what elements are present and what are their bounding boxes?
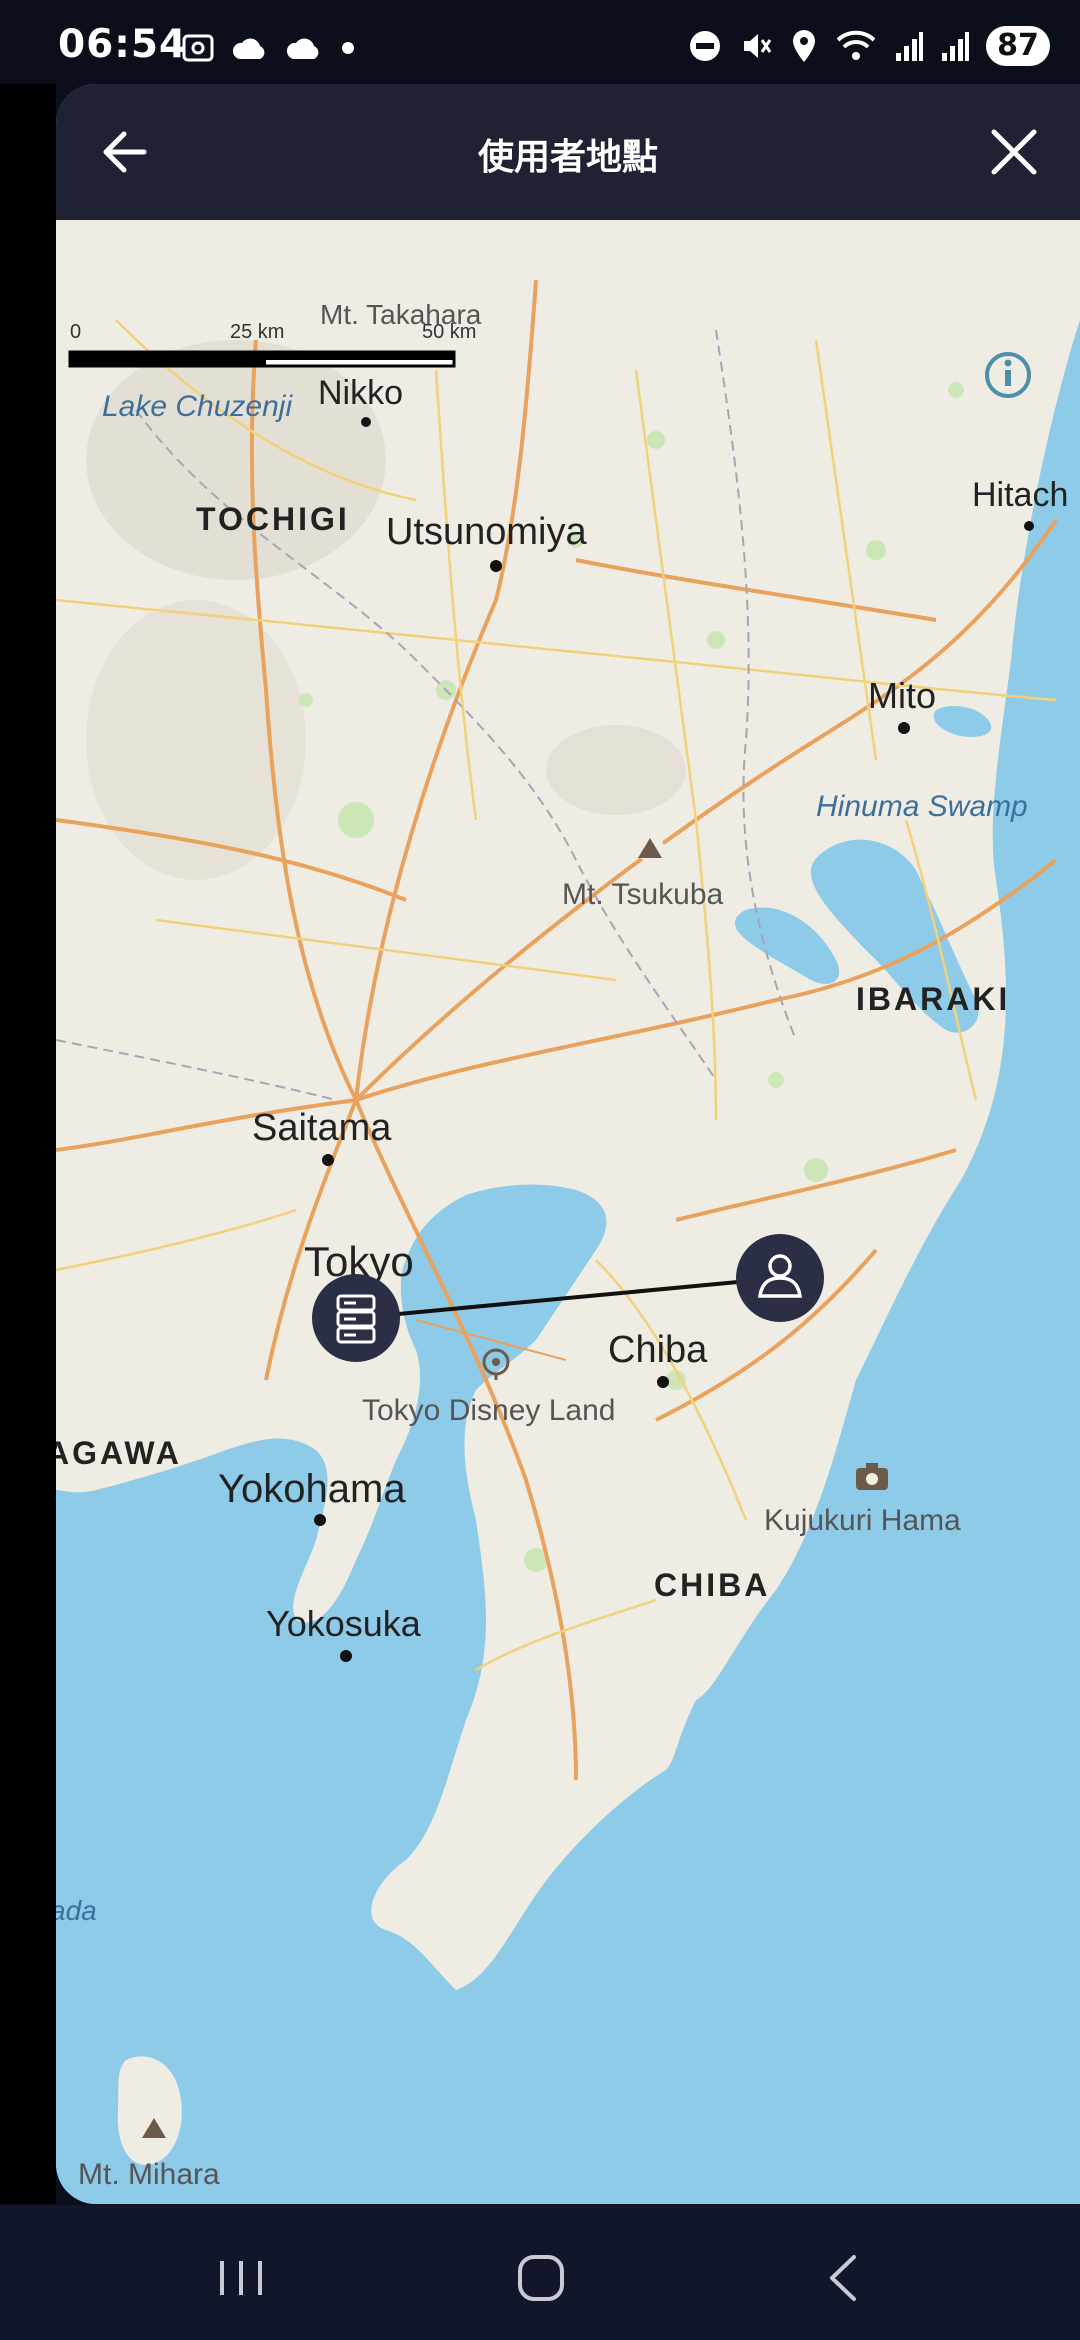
city-label-saitama: Saitama bbox=[252, 1107, 392, 1149]
mountain-icon bbox=[140, 2114, 168, 2142]
scale-bar bbox=[68, 350, 456, 368]
user-marker[interactable] bbox=[736, 1234, 824, 1322]
place-label-kujukuri-hama: Kujukuri Hama bbox=[764, 1504, 961, 1537]
city-label-nikko: Nikko bbox=[318, 374, 403, 412]
place-label-tokyo-disney-land: Tokyo Disney Land bbox=[362, 1394, 615, 1427]
scale-label-zero: 0 bbox=[70, 321, 81, 343]
location-icon bbox=[793, 30, 815, 62]
region-label-tochigi: TOCHIGI bbox=[196, 501, 350, 537]
cloud-icon bbox=[232, 38, 265, 59]
dot-icon bbox=[342, 42, 354, 54]
city-label-mito: Mito bbox=[868, 675, 936, 716]
signal-icon bbox=[896, 32, 923, 61]
wifi-icon bbox=[836, 30, 876, 60]
status-left-icons bbox=[180, 30, 358, 66]
region-label-chiba: CHIBA bbox=[654, 1567, 770, 1603]
city-label-utsunomiya: Utsunomiya bbox=[386, 511, 587, 553]
server-marker[interactable] bbox=[312, 1274, 400, 1362]
city-label-chiba: Chiba bbox=[608, 1329, 708, 1371]
mute-icon bbox=[744, 34, 772, 58]
map-view[interactable]: 0 25 km 50 km TOCHIGI IBARAKI CHIBA AGAW… bbox=[56, 220, 1080, 2204]
screenshot-icon bbox=[182, 34, 214, 62]
place-label-mt-takahara: Mt. Takahara bbox=[320, 299, 482, 330]
region-label-ibaraki: IBARAKI bbox=[856, 981, 1010, 1017]
place-label-ada: ada bbox=[56, 1895, 97, 1926]
place-label-hinuma-swamp: Hinuma Swamp bbox=[816, 790, 1028, 823]
battery-level: 87 bbox=[986, 26, 1050, 66]
scale-label-mid: 25 km bbox=[230, 321, 284, 343]
sheet-header: 使用者地點 bbox=[56, 84, 1080, 220]
city-label-yokosuka: Yokosuka bbox=[266, 1603, 422, 1644]
back-chevron-icon[interactable] bbox=[810, 2243, 880, 2313]
page-title: 使用者地點 bbox=[477, 137, 658, 178]
do-not-disturb-icon bbox=[690, 31, 720, 61]
home-icon[interactable] bbox=[506, 2243, 576, 2313]
signal-icon bbox=[942, 32, 969, 61]
status-bar: 06:54 87 bbox=[0, 0, 1080, 90]
mountain-shading bbox=[546, 725, 686, 815]
region-label-kanagawa: AGAWA bbox=[56, 1435, 182, 1471]
city-label-yokohama: Yokohama bbox=[218, 1467, 406, 1511]
city-label-hitachi: Hitach bbox=[972, 476, 1068, 514]
mountain-shading bbox=[86, 600, 306, 880]
system-nav-bar bbox=[0, 2205, 1080, 2340]
place-label-lake-chuzenji: Lake Chuzenji bbox=[102, 390, 293, 423]
status-right-icons: 87 bbox=[688, 26, 1050, 66]
close-icon[interactable] bbox=[984, 122, 1044, 182]
status-time: 06:54 bbox=[58, 22, 188, 67]
mountain-icon bbox=[636, 834, 664, 862]
user-location-sheet: 使用者地點 0 25 km 50 km TOCHIGI IBARAKI CHIB… bbox=[56, 84, 1080, 2204]
background-app-edge bbox=[0, 84, 56, 2204]
place-label-mt-tsukuba: Mt. Tsukuba bbox=[562, 878, 724, 911]
recents-icon[interactable] bbox=[206, 2243, 276, 2313]
place-label-mt-mihara: Mt. Mihara bbox=[78, 2158, 220, 2191]
cloud-icon bbox=[286, 38, 319, 59]
